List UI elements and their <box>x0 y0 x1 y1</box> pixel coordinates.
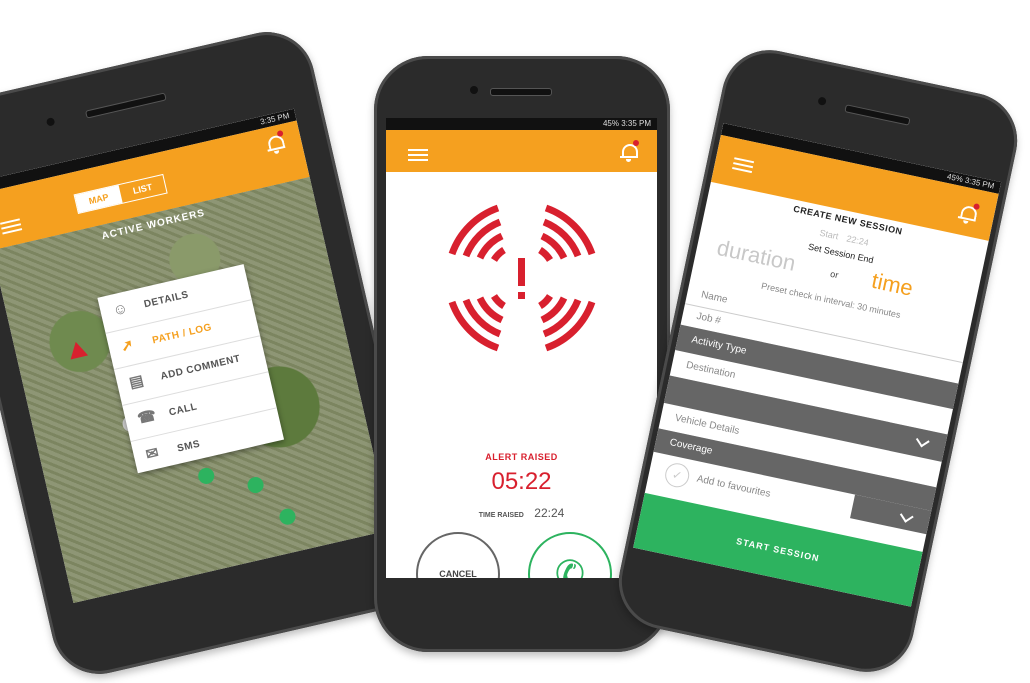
front-camera <box>470 86 478 94</box>
bell-icon[interactable] <box>263 129 287 156</box>
hamburger-menu-icon[interactable] <box>408 146 428 161</box>
start-value: 22:24 <box>845 233 870 248</box>
hamburger-menu-icon[interactable] <box>732 154 755 174</box>
favourites-label: Add to favourites <box>695 473 772 500</box>
time-raised-row: TIME RAISED 22:24 <box>386 504 657 522</box>
chevron-down-icon <box>915 433 930 448</box>
front-camera <box>817 96 827 106</box>
app-bar <box>386 130 657 172</box>
bell-icon[interactable] <box>956 200 981 226</box>
checkmark-icon[interactable]: ✓ <box>662 460 692 490</box>
bell-icon[interactable] <box>619 140 639 162</box>
phone-icon: ✆ <box>554 553 586 578</box>
map-list-toggle[interactable]: MAP LIST <box>73 173 168 215</box>
time-raised-value: 22:24 <box>534 506 565 520</box>
comment-icon: ▤ <box>127 371 146 392</box>
chevron-down-icon <box>899 508 914 523</box>
front-camera <box>45 117 56 127</box>
field-label: Job # <box>695 310 722 327</box>
sms-icon: ✉ <box>144 444 161 464</box>
phone-icon: ☎ <box>135 406 159 428</box>
alert-screen: 45% 3:35 PM ALERT RAISED 05:22 TIME RAIS… <box>386 118 657 578</box>
menu-item-label: DETAILS <box>142 289 190 311</box>
time-raised-label: TIME RAISED <box>478 512 524 519</box>
tab-list[interactable]: LIST <box>119 175 167 203</box>
create-session-screen: 45% 3:35 PM CREATE NEW SESSION Start 22:… <box>633 123 1002 607</box>
field-label: Coverage <box>668 437 714 457</box>
cancel-button[interactable]: CANCEL <box>416 532 500 578</box>
map-screen: 3:35 PM MAP LIST ACTIVE WORKERS ☺ DETAILS… <box>0 108 392 604</box>
earpiece-speaker <box>844 104 911 126</box>
field-label: Destination <box>685 359 737 381</box>
menu-item-label: PATH / LOG <box>151 322 213 347</box>
person-icon: ☺ <box>110 299 131 320</box>
tab-map[interactable]: MAP <box>74 185 123 213</box>
menu-item-label: ADD COMMENT <box>159 353 242 383</box>
earpiece-speaker <box>490 88 552 96</box>
start-label: Start <box>818 227 840 242</box>
status-battery: 45% <box>946 171 964 185</box>
status-time: 3:35 PM <box>621 119 651 128</box>
field-label: Name <box>700 289 729 306</box>
or-label: or <box>829 268 840 281</box>
menu-item-label: SMS <box>176 438 202 455</box>
hamburger-menu-icon[interactable] <box>0 215 23 235</box>
alert-timer: 05:22 <box>491 468 552 495</box>
alert-signal-icon <box>448 204 596 352</box>
menu-item-label: CALL <box>167 401 199 419</box>
phone-map-screen: 3:35 PM MAP LIST ACTIVE WORKERS ☺ DETAILS… <box>0 22 436 683</box>
earpiece-speaker <box>85 92 167 119</box>
path-icon: ➚ <box>119 336 136 356</box>
status-bar: 45% 3:35 PM <box>386 118 657 130</box>
alert-raised-label: ALERT RAISED <box>485 452 558 462</box>
status-battery: 45% <box>602 119 619 128</box>
field-label: Activity Type <box>690 334 748 357</box>
call-button[interactable]: ✆ <box>528 532 612 578</box>
phone-session-screen: 45% 3:35 PM CREATE NEW SESSION Start 22:… <box>609 41 1027 681</box>
